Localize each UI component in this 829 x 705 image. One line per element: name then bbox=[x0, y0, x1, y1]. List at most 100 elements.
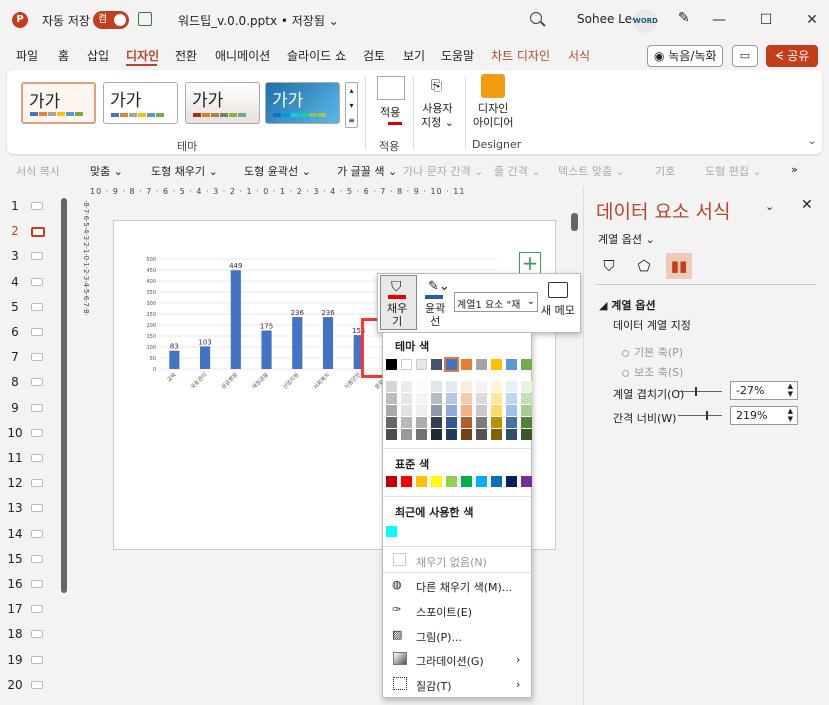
series-options-section[interactable]: ◢ 계열 옵션 bbox=[599, 297, 656, 313]
char-spacing-button[interactable]: 가나 문자 간격 ⌄ bbox=[403, 163, 483, 179]
color-swatch[interactable] bbox=[506, 429, 517, 440]
color-swatch[interactable] bbox=[416, 359, 427, 370]
color-swatch[interactable] bbox=[431, 429, 442, 440]
tab-view[interactable]: 보기 bbox=[403, 47, 425, 64]
color-swatch[interactable] bbox=[476, 393, 487, 404]
color-swatch[interactable] bbox=[521, 476, 532, 487]
gap-width-slider[interactable] bbox=[678, 415, 722, 416]
color-swatch[interactable] bbox=[506, 393, 517, 404]
color-swatch[interactable] bbox=[521, 381, 532, 392]
series-select[interactable]: 계열1 요소 "재 ⌄ bbox=[454, 292, 538, 312]
outline-label[interactable]: 윤곽 선 bbox=[425, 302, 445, 328]
gap-width-spinner[interactable]: 219% ▲ ▼ bbox=[730, 406, 798, 425]
color-swatch[interactable] bbox=[386, 359, 397, 370]
font-color-button[interactable]: 가 글꼴 색 ⌄ bbox=[337, 163, 397, 179]
color-swatch[interactable] bbox=[386, 526, 397, 537]
slide-thumbnail[interactable] bbox=[31, 504, 43, 513]
tab-slideshow[interactable]: 슬라이드 쇼 bbox=[287, 47, 346, 64]
slide-size-icon[interactable]: ⎘ bbox=[431, 78, 442, 94]
slide-thumbnail[interactable] bbox=[31, 630, 43, 639]
chart-bar[interactable] bbox=[292, 317, 303, 369]
color-swatch[interactable] bbox=[461, 429, 472, 440]
color-swatch[interactable] bbox=[491, 476, 502, 487]
chart-bar[interactable] bbox=[261, 330, 272, 370]
slide-thumbnail[interactable] bbox=[31, 680, 43, 689]
shape-outline-button[interactable]: 도형 윤곽선 ⌄ bbox=[244, 163, 311, 179]
slide-thumbnail[interactable] bbox=[31, 277, 43, 286]
color-swatch[interactable] bbox=[431, 359, 442, 370]
fill-line-icon[interactable]: ⛉ bbox=[596, 253, 622, 279]
tab-format[interactable]: 서식 bbox=[568, 47, 590, 64]
minimize-button[interactable]: — bbox=[707, 8, 731, 32]
text-align-button[interactable]: 텍스트 맞춤 ⌄ bbox=[558, 163, 625, 179]
color-swatch[interactable] bbox=[461, 417, 472, 428]
slide-thumbnail[interactable] bbox=[31, 378, 43, 387]
shape-fill-button[interactable]: 도형 채우기 ⌄ bbox=[151, 163, 218, 179]
color-swatch[interactable] bbox=[446, 429, 457, 440]
slide-thumbnail[interactable] bbox=[31, 328, 43, 336]
series-options-icon[interactable]: ▮▮ bbox=[666, 253, 692, 279]
eyedropper-option[interactable]: 스포이트(E) bbox=[416, 604, 472, 620]
slide-thumbnail[interactable] bbox=[31, 403, 43, 412]
color-swatch[interactable] bbox=[506, 405, 517, 416]
slide-thumbnail[interactable] bbox=[31, 302, 43, 311]
color-swatch[interactable] bbox=[506, 381, 517, 392]
variant-icon[interactable] bbox=[377, 76, 405, 100]
color-swatch[interactable] bbox=[416, 417, 427, 428]
color-swatch[interactable] bbox=[401, 381, 412, 392]
color-swatch[interactable] bbox=[491, 429, 502, 440]
new-comment-icon[interactable] bbox=[548, 282, 568, 298]
slide-thumbnail[interactable] bbox=[31, 454, 43, 462]
designer-icon[interactable] bbox=[481, 74, 505, 98]
slide-thumbnail[interactable] bbox=[31, 605, 43, 614]
texture-option[interactable]: 질감(T) bbox=[416, 678, 452, 694]
color-swatch[interactable] bbox=[491, 381, 502, 392]
tab-design[interactable]: 디자인 bbox=[126, 47, 159, 64]
series-options-dropdown[interactable]: 계열 옵션 ⌄ bbox=[598, 231, 655, 247]
color-swatch[interactable] bbox=[386, 417, 397, 428]
chart-bar[interactable] bbox=[169, 350, 180, 369]
color-swatch[interactable] bbox=[416, 405, 427, 416]
more-button[interactable]: » bbox=[791, 163, 798, 176]
color-swatch[interactable] bbox=[461, 381, 472, 392]
color-swatch[interactable] bbox=[401, 359, 412, 370]
color-swatch[interactable] bbox=[521, 429, 532, 440]
designer-label[interactable]: 디자인 아이디어 bbox=[473, 102, 513, 130]
chart-bar[interactable] bbox=[230, 270, 241, 369]
color-swatch[interactable] bbox=[506, 476, 517, 487]
color-swatch[interactable] bbox=[476, 429, 487, 440]
color-swatch[interactable] bbox=[491, 359, 502, 370]
overlap-slider-knob[interactable] bbox=[695, 387, 697, 396]
color-swatch[interactable] bbox=[461, 393, 472, 404]
theme-thumbnail[interactable]: 가가 bbox=[21, 82, 96, 124]
tab-insert[interactable]: 삽입 bbox=[87, 47, 109, 64]
slide-thumbnail[interactable] bbox=[31, 227, 45, 238]
color-swatch[interactable] bbox=[431, 381, 442, 392]
color-swatch[interactable] bbox=[401, 476, 412, 487]
slide-thumbnail[interactable] bbox=[31, 428, 43, 437]
slide-thumbnail[interactable] bbox=[31, 580, 43, 588]
picture-option[interactable]: 그림(P)... bbox=[416, 629, 462, 645]
tab-animations[interactable]: 애니메이션 bbox=[215, 47, 270, 64]
maximize-button[interactable]: ☐ bbox=[754, 8, 778, 32]
color-swatch[interactable] bbox=[386, 393, 397, 404]
color-swatch[interactable] bbox=[476, 417, 487, 428]
color-swatch[interactable] bbox=[416, 381, 427, 392]
color-swatch[interactable] bbox=[446, 393, 457, 404]
slide-thumbnail[interactable] bbox=[31, 529, 43, 538]
color-swatch[interactable] bbox=[386, 476, 397, 487]
tab-transitions[interactable]: 전환 bbox=[175, 47, 197, 64]
color-swatch[interactable] bbox=[521, 417, 532, 428]
color-swatch[interactable] bbox=[446, 381, 457, 392]
chart-elements-button[interactable]: + bbox=[519, 252, 541, 274]
slide-thumbnail[interactable] bbox=[31, 252, 43, 261]
color-swatch[interactable] bbox=[521, 405, 532, 416]
thumbnail-scrollbar[interactable] bbox=[61, 198, 67, 593]
color-swatch[interactable] bbox=[521, 393, 532, 404]
comment-button[interactable]: ▭ bbox=[732, 45, 758, 67]
theme-scroll-button[interactable]: ▴ ▾ ≡ bbox=[345, 82, 358, 128]
color-swatch[interactable] bbox=[401, 429, 412, 440]
color-swatch[interactable] bbox=[401, 417, 412, 428]
color-swatch[interactable] bbox=[401, 405, 412, 416]
pen-icon[interactable]: ✎⌄ bbox=[428, 279, 450, 294]
